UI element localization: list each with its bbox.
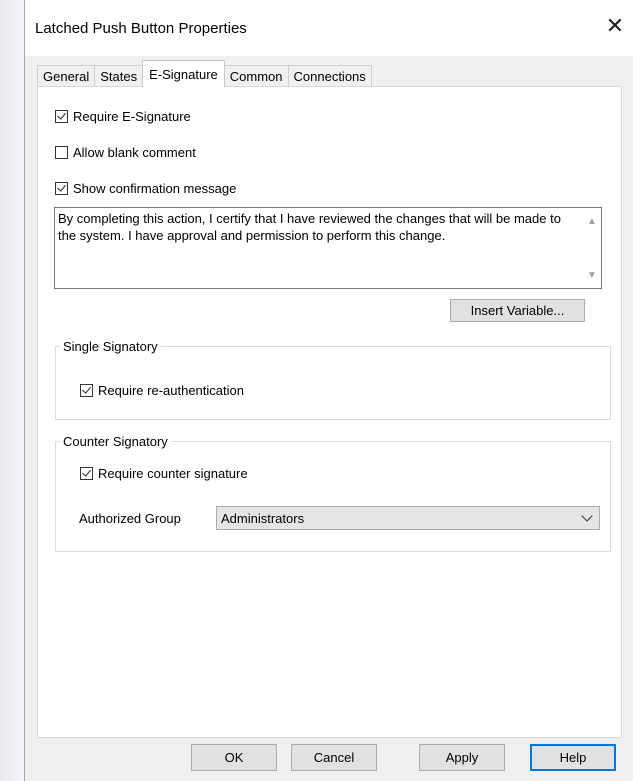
require-reauth-checkbox[interactable] (80, 384, 93, 397)
tab-general[interactable]: General (37, 65, 96, 87)
ok-button[interactable]: OK (191, 744, 277, 771)
require-reauth-row[interactable]: Require re-authentication (80, 383, 244, 398)
cancel-button[interactable]: Cancel (291, 744, 377, 771)
confirmation-message-textarea[interactable]: By completing this action, I certify tha… (54, 207, 602, 289)
require-counter-checkbox[interactable] (80, 467, 93, 480)
e-signature-panel: Require E-Signature Allow blank comment … (37, 86, 622, 738)
close-icon: ✕ (605, 13, 625, 38)
require-esignature-checkbox[interactable] (55, 110, 68, 123)
chevron-down-icon (581, 510, 593, 522)
background-shadow (0, 0, 24, 781)
apply-button[interactable]: Apply (419, 744, 505, 771)
tab-connections[interactable]: Connections (287, 65, 372, 87)
require-counter-row[interactable]: Require counter signature (80, 466, 248, 481)
window-title: Latched Push Button Properties (35, 20, 247, 37)
insert-variable-button[interactable]: Insert Variable... (450, 299, 585, 322)
require-counter-label: Require counter signature (98, 466, 248, 481)
single-signatory-legend: Single Signatory (60, 339, 161, 354)
authorized-group-label: Authorized Group (79, 511, 181, 526)
allow-blank-comment-checkbox[interactable] (55, 146, 68, 159)
show-confirmation-row[interactable]: Show confirmation message (55, 181, 236, 196)
require-reauth-label: Require re-authentication (98, 383, 244, 398)
confirmation-message-text: By completing this action, I certify tha… (58, 211, 561, 243)
properties-dialog: Latched Push Button Properties ✕ General… (24, 0, 633, 781)
tab-strip: General States E-Signature Common Connec… (37, 60, 372, 87)
counter-signatory-group: Counter Signatory Require counter signat… (55, 434, 611, 552)
require-esignature-row[interactable]: Require E-Signature (55, 109, 191, 124)
allow-blank-comment-label: Allow blank comment (73, 145, 196, 160)
single-signatory-group: Single Signatory Require re-authenticati… (55, 339, 611, 420)
tab-states[interactable]: States (94, 65, 144, 87)
textarea-scrollbar[interactable]: ▲ ▼ (583, 209, 600, 287)
authorized-group-select[interactable]: Administrators (216, 506, 600, 530)
require-esignature-label: Require E-Signature (73, 109, 191, 124)
counter-signatory-legend: Counter Signatory (60, 434, 171, 449)
show-confirmation-label: Show confirmation message (73, 181, 237, 196)
tab-common[interactable]: Common (223, 65, 289, 87)
title-bar: Latched Push Button Properties ✕ (25, 0, 633, 56)
scroll-up-icon[interactable]: ▲ (587, 213, 597, 230)
allow-blank-comment-row[interactable]: Allow blank comment (55, 145, 196, 160)
tab-e-signature[interactable]: E-Signature (142, 60, 225, 87)
show-confirmation-checkbox[interactable] (55, 182, 68, 195)
help-button[interactable]: Help (530, 744, 616, 771)
authorized-group-value: Administrators (221, 510, 305, 526)
close-button[interactable]: ✕ (597, 8, 633, 44)
scroll-down-icon[interactable]: ▼ (587, 267, 597, 284)
